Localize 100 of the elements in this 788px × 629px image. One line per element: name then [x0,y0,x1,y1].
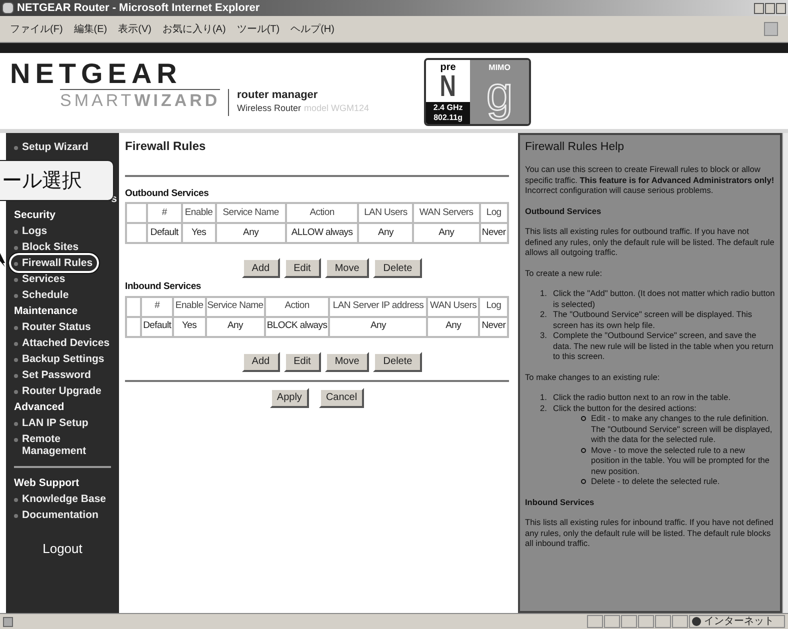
column-header: LAN Users [358,203,413,224]
form-button[interactable]: Apply [270,388,309,408]
sidebar-link[interactable]: Attached Devices [22,337,110,349]
product-name: SMARTWIZARD [60,89,220,111]
sidebar-link[interactable]: LAN IP Setup [22,417,88,429]
action-button[interactable]: Move [324,352,370,372]
sidebar-link[interactable]: Block Sites [22,241,79,253]
menu-item[interactable]: ファイル(F) [10,22,63,36]
list-number: 1. [540,288,548,300]
column-header: Enable [182,203,216,224]
column-header: # [147,203,182,224]
sidebar-link[interactable]: Router Status [22,321,91,333]
bullet-icon [14,230,18,234]
help-heading: Inbound Services [525,496,596,508]
page-title: Firewall Rules [125,138,207,155]
table-cell: BLOCK always [264,316,330,336]
help-list-item: Delete - to delete the selected rule. [591,476,720,487]
tagline-text: router manager [237,89,319,102]
bullet-icon [14,278,18,282]
table-cell: Default [141,316,173,336]
sidebar-link[interactable]: Remote Management [22,433,92,457]
bullet-icon [14,438,18,442]
globe-icon [692,617,701,626]
sidebar-heading: Security [13,208,56,223]
table-cell: Never [479,316,508,336]
sidebar-link[interactable]: Firewall Rules [22,257,93,269]
close-button[interactable] [776,2,786,14]
sidebar-link[interactable]: Services [22,273,66,285]
bullet-icon [581,416,586,422]
column-header: # [141,296,173,316]
action-button[interactable]: Move [324,258,370,278]
section-title: Outbound Services [125,187,210,201]
bullet-icon [14,246,18,250]
column-header: Log [480,203,508,224]
menu-item[interactable]: 表示(V) [118,22,152,36]
action-button[interactable]: Delete [373,258,422,278]
badge-text: 2.4 GHz [433,103,463,113]
list-number: 1. [540,392,548,403]
help-list-item: Click the radio button next to an row in the table. [553,392,731,403]
bullet-icon [581,479,586,484]
list-number: 3. [540,330,548,342]
badge-text: MIMO [488,63,510,73]
bullet-icon [14,294,18,298]
list-number: 2. [540,309,548,322]
sidebar-link[interactable]: Setup Wizard [22,141,88,153]
column-header: Service Name [206,296,265,316]
column-header: WAN Servers [412,203,480,224]
help-heading: Outbound Services [525,206,602,216]
help-list-item: Edit - to make any changes to the rule definition. The "Outbound Service" screen will be displayed, with the data for the selected rule. [591,413,774,445]
help-list-item: The "Outbound Service" screen will be displayed. This screen has its own help file. [553,309,753,330]
sidebar-link[interactable]: Backup Settings [22,353,104,365]
bullet-icon [14,374,18,378]
menu-item[interactable]: お気に入り(A) [162,22,226,36]
table-cell: Any [206,316,265,336]
bullet-icon [14,390,18,394]
bullet-icon [14,146,18,150]
sidebar-heading: Advanced [13,400,66,415]
action-button[interactable]: Delete [373,352,422,372]
bullet-icon [14,498,18,502]
bullet-icon [14,326,18,330]
arrow-icon [0,253,6,267]
badge-text: pre [440,62,456,73]
sidebar-link[interactable]: Documentation [22,509,98,521]
column-header: Log [479,296,508,316]
sidebar-link[interactable]: Logs [22,225,48,237]
bullet-icon [14,358,18,362]
action-button[interactable]: Edit [284,352,321,372]
badge-letter: N [440,73,456,101]
help-paragraph: This lists all existing rules for inbound traffic. If you have not defined any rules, only the default rule will be listed. The default rule blocks all inbound traffic. [525,517,774,549]
column-header: WAN Users [427,296,480,316]
action-button[interactable]: Add [242,352,280,372]
logout-link[interactable]: Logout [42,539,82,558]
sidebar-link[interactable]: Router Upgrade [22,385,102,397]
action-button[interactable]: Edit [284,258,321,278]
maximize-button[interactable] [765,2,775,14]
bullet-icon [581,448,586,453]
action-button[interactable]: Add [242,258,280,278]
column-header: Enable [172,296,206,316]
badge-text: 802.11g [434,113,462,123]
minimize-button[interactable] [754,2,764,14]
table-cell: Any [427,316,480,336]
sidebar-link[interactable]: Knowledge Base [22,493,106,505]
list-number: 2. [540,402,548,415]
table-cell: Any [358,223,413,244]
sidebar-link[interactable]: Schedule [22,289,69,301]
bullet-icon [14,342,18,346]
zone-label: インターネット [704,616,774,626]
menu-item[interactable]: 編集(E) [74,22,108,36]
scrollbar[interactable] [782,133,788,613]
table-cell: Any [412,223,480,244]
menu-item[interactable]: ヘルプ(H) [290,22,334,36]
table-cell: Never [480,223,508,244]
menu-item[interactable]: ツール(T) [236,22,280,36]
form-button[interactable]: Cancel [318,388,364,408]
bullet-icon [14,262,18,266]
help-paragraph: To make changes to an existing rule: [525,372,661,382]
sidebar-link[interactable]: Set Password [22,369,91,381]
device-label: Wireless Router [237,102,302,115]
table-cell: Default [147,223,182,244]
help-paragraph: This lists all existing rules for outbound traffic. If you have not defined any rules, only the default rule will be listed. The default rule allows all outgoing traffic. [525,226,775,258]
